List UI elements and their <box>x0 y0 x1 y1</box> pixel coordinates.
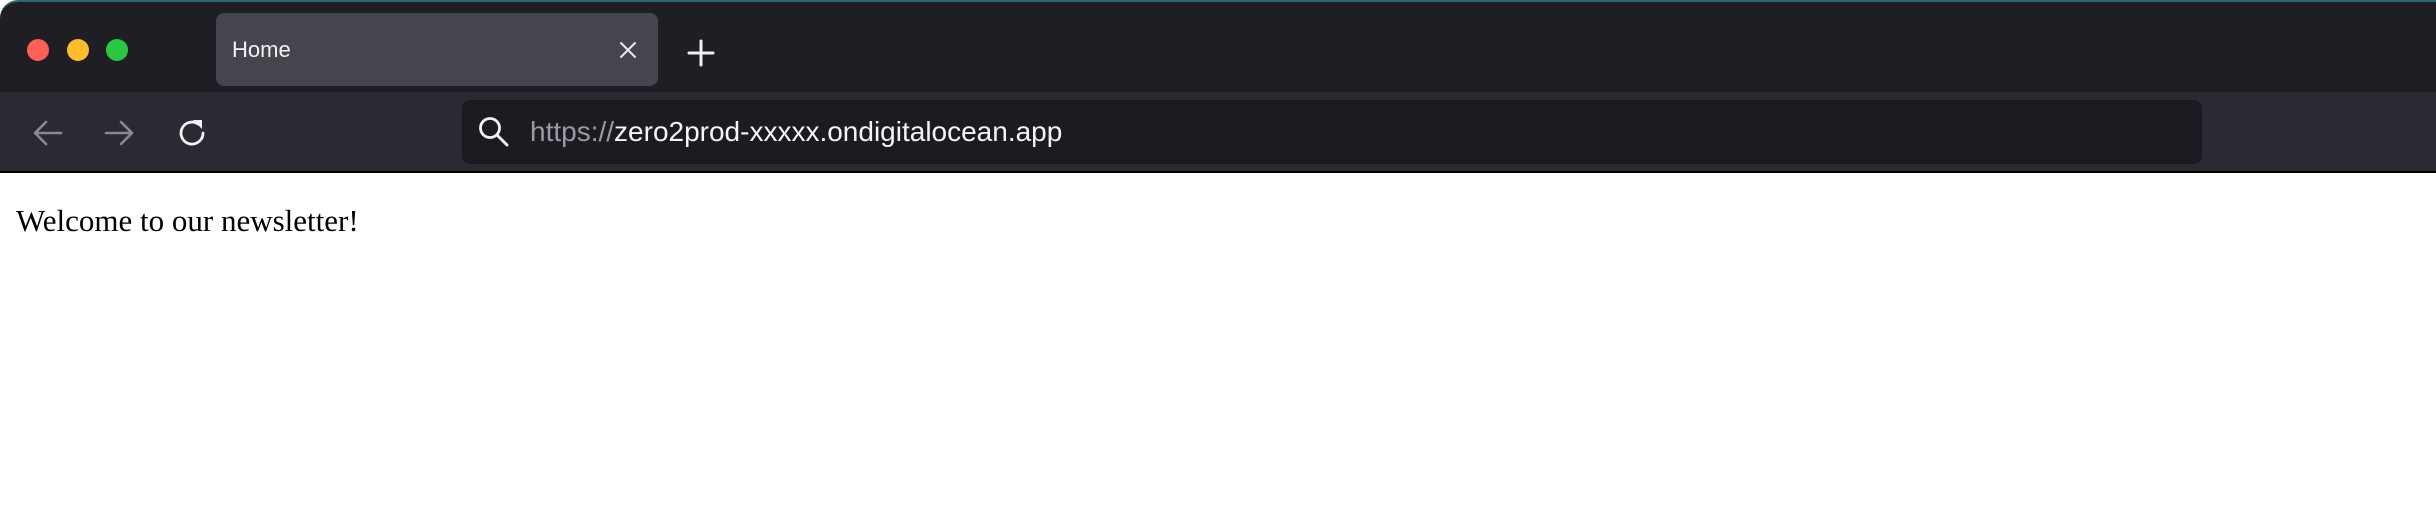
plus-icon[interactable] <box>686 38 716 68</box>
reload-icon[interactable] <box>175 116 209 150</box>
close-icon[interactable] <box>616 38 640 62</box>
arrow-right-icon[interactable] <box>102 116 136 150</box>
tab-home[interactable]: Home <box>216 13 658 86</box>
tab-strip: Home <box>0 0 2436 92</box>
page-content: Welcome to our newsletter! <box>0 173 2436 510</box>
browser-window: Home https://zero2prod-xxxxx.ondigitaloc… <box>0 0 2436 510</box>
tab-title: Home <box>232 37 291 62</box>
search-icon <box>476 114 512 150</box>
window-close-button[interactable] <box>27 39 49 61</box>
url-host: zero2prod-xxxxx.ondigitalocean.app <box>614 116 1063 147</box>
url-scheme: https:// <box>530 116 615 147</box>
window-minimize-button[interactable] <box>67 39 89 61</box>
arrow-left-icon[interactable] <box>31 116 65 150</box>
url-text[interactable]: https://zero2prod-xxxxx.ondigitalocean.a… <box>530 100 1062 164</box>
welcome-message: Welcome to our newsletter! <box>16 203 359 238</box>
window-maximize-button[interactable] <box>106 39 128 61</box>
address-bar[interactable]: https://zero2prod-xxxxx.ondigitalocean.a… <box>462 100 2202 164</box>
navigation-toolbar: https://zero2prod-xxxxx.ondigitalocean.a… <box>0 92 2436 173</box>
